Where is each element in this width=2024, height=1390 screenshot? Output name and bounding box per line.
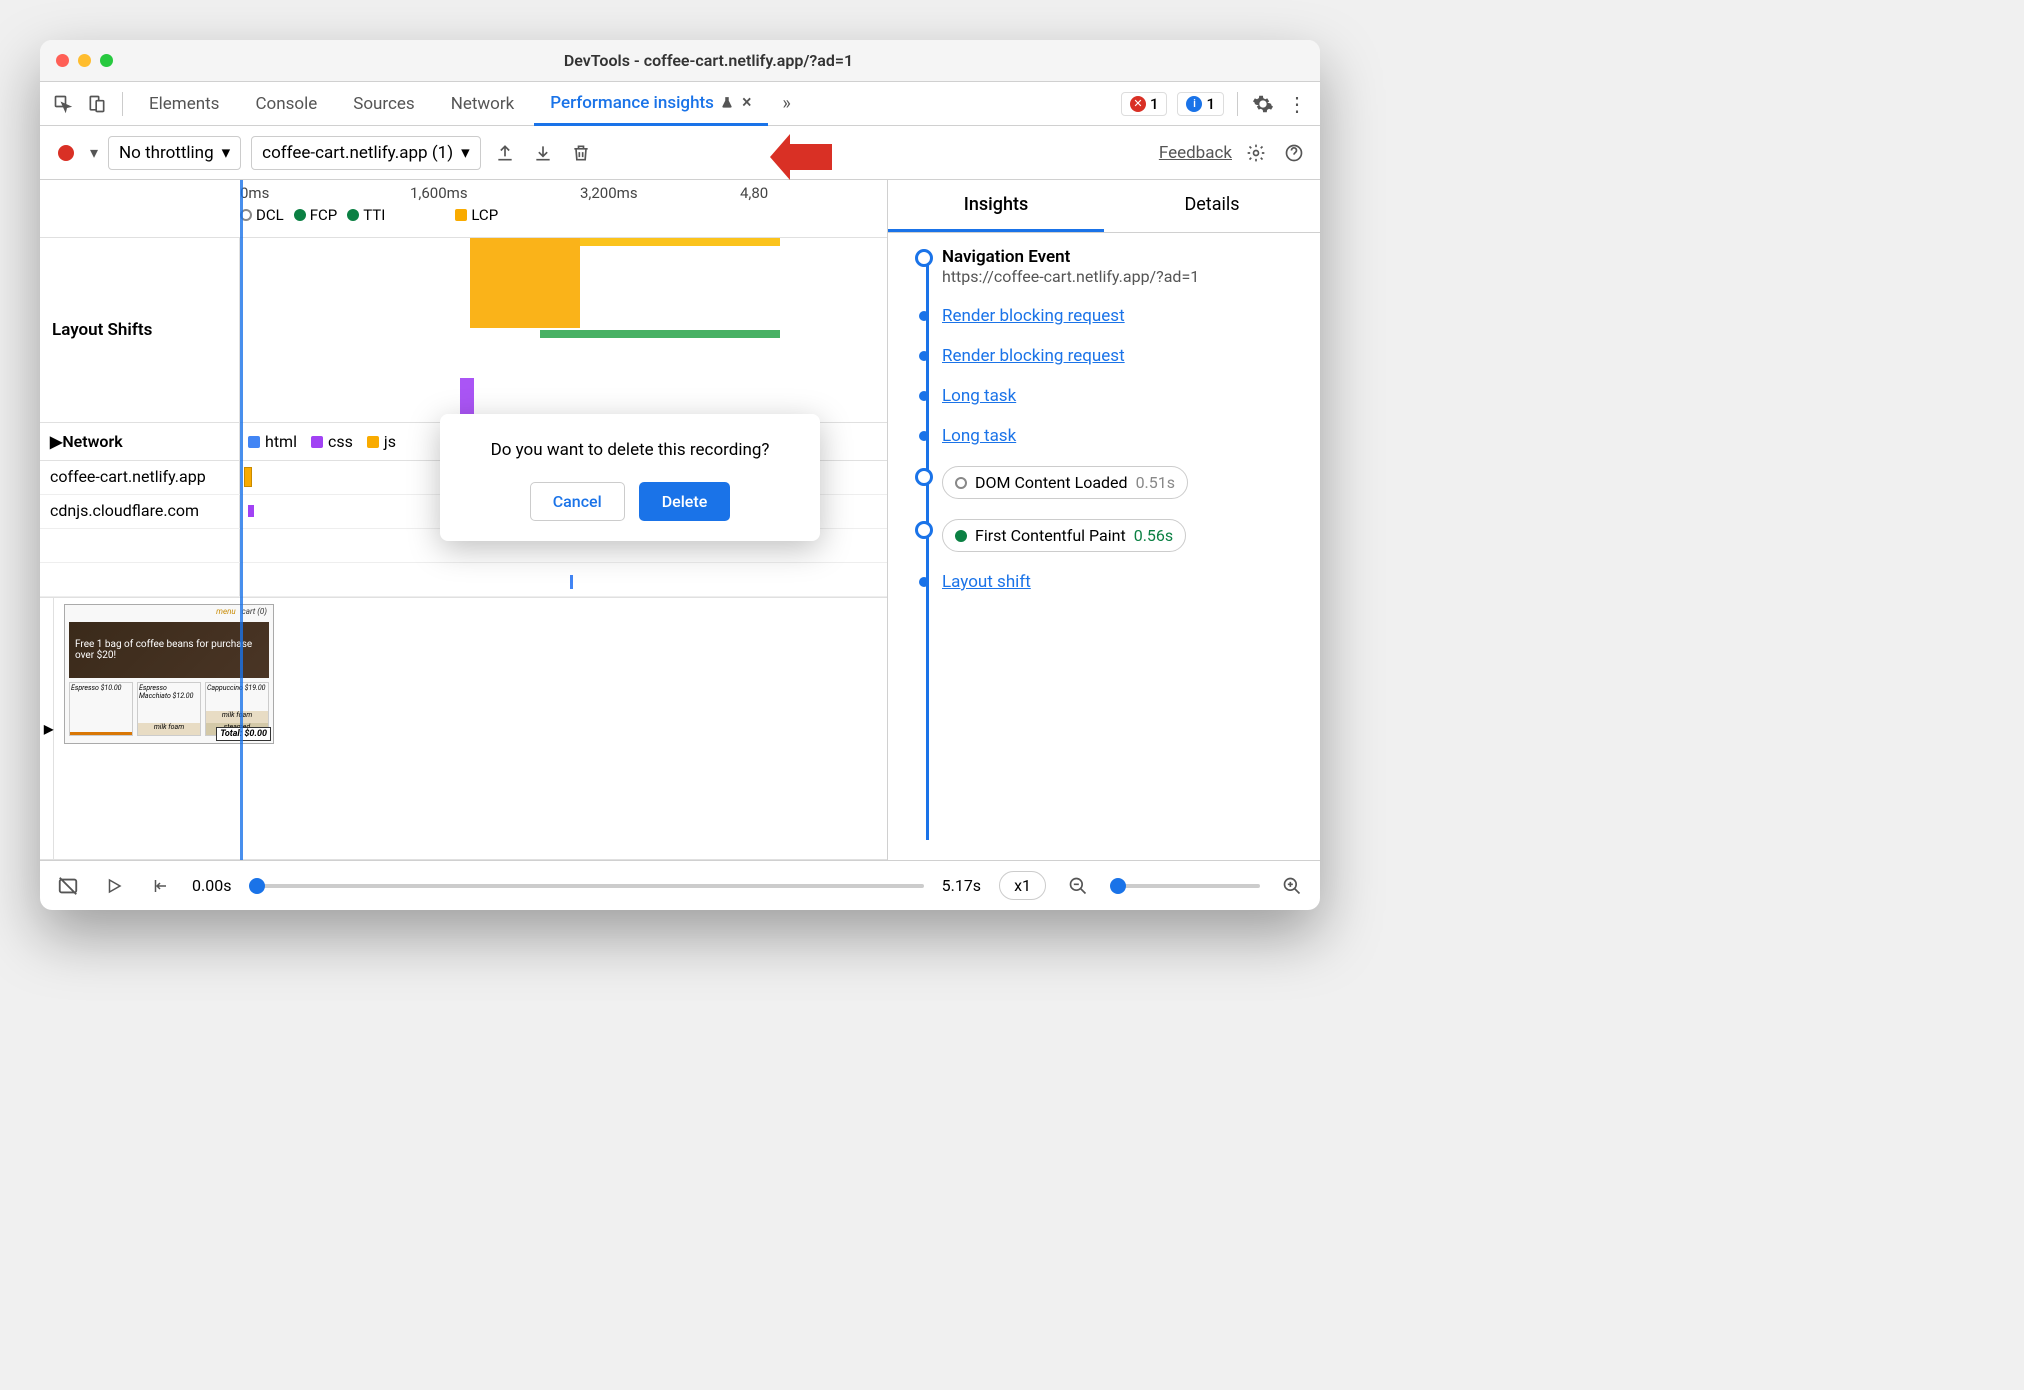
insight-navigation-event[interactable]: Navigation Event https://coffee-cart.net… [918,247,1308,286]
error-badge[interactable]: ✕ 1 [1121,92,1168,116]
throttling-dropdown[interactable]: No throttling▾ [108,136,241,170]
main-panel: 0ms 1,600ms 3,200ms 4,80 DCL FCP TTI LCP… [40,180,1320,860]
record-button[interactable] [58,145,74,161]
cancel-button[interactable]: Cancel [530,482,625,521]
rewind-icon[interactable] [146,872,174,900]
section-layout-shifts: Layout Shifts [40,238,887,423]
device-toggle-icon[interactable] [82,89,112,119]
inspect-icon[interactable] [48,89,78,119]
error-dot-icon: ✕ [1130,96,1146,112]
help-icon[interactable] [1280,139,1308,167]
record-dropdown-icon[interactable]: ▾ [90,143,98,162]
feedback-link[interactable]: Feedback [1159,143,1232,163]
insight-long-task-1[interactable]: Long task [918,386,1308,406]
legend-css: css [311,432,353,451]
tab-insights[interactable]: Insights [888,180,1104,232]
maximize-icon[interactable] [100,54,113,67]
devtools-window: DevTools - coffee-cart.netlify.app/?ad=1… [40,40,1320,910]
screenshot-toggle-icon[interactable] [54,872,82,900]
tab-elements[interactable]: Elements [133,82,235,125]
playback-slider[interactable] [249,884,923,888]
more-tabs-icon[interactable]: » [772,89,802,119]
settings-icon[interactable] [1248,89,1278,119]
playback-start-time: 0.00s [192,876,231,895]
tab-console[interactable]: Console [239,82,333,125]
insight-layout-shift[interactable]: Layout shift [918,572,1308,592]
insight-render-blocking-2[interactable]: Render blocking request [918,346,1308,366]
marker-lcp: LCP [455,206,498,224]
zoom-in-icon[interactable] [1278,872,1306,900]
dialog-text: Do you want to delete this recording? [462,440,798,460]
tab-performance-insights[interactable]: Performance insights × [534,83,767,126]
tab-sources[interactable]: Sources [337,82,430,125]
tab-network[interactable]: Network [435,82,531,125]
legend-html: html [248,432,297,451]
minimize-icon[interactable] [78,54,91,67]
section-renders: ▶ menucart (0) Free 1 bag of coffee bean… [40,598,887,860]
playback-end-time: 5.17s [942,876,981,895]
toolbar-settings-icon[interactable] [1242,139,1270,167]
marker-fcp: FCP [294,206,338,224]
playback-footer: 0.00s 5.17s x1 [40,860,1320,910]
window-title: DevTools - coffee-cart.netlify.app/?ad=1 [113,51,1304,70]
play-icon[interactable] [100,872,128,900]
delete-icon[interactable] [567,139,595,167]
legend-js: js [367,432,396,451]
close-icon[interactable] [56,54,69,67]
insight-fcp[interactable]: First Contentful Paint 0.56s [918,519,1308,552]
recording-dropdown[interactable]: coffee-cart.netlify.app (1)▾ [251,136,480,170]
zoom-level[interactable]: x1 [999,871,1046,900]
download-icon[interactable] [529,139,557,167]
traffic-lights [56,54,113,67]
marker-dcl: DCL [240,206,284,224]
titlebar: DevTools - coffee-cart.netlify.app/?ad=1 [40,40,1320,82]
insight-long-task-2[interactable]: Long task [918,426,1308,446]
marker-tti: TTI [347,206,385,224]
insight-render-blocking-1[interactable]: Render blocking request [918,306,1308,326]
kebab-menu-icon[interactable]: ⋮ [1282,89,1312,119]
zoom-out-icon[interactable] [1064,872,1092,900]
insights-panel: Insights Details Navigation Event https:… [888,180,1320,860]
delete-confirmation-dialog: Do you want to delete this recording? Ca… [440,414,820,541]
info-badge[interactable]: i 1 [1177,92,1224,116]
timeline-ruler: 0ms 1,600ms 3,200ms 4,80 DCL FCP TTI LCP [40,180,887,238]
delete-button[interactable]: Delete [639,482,731,521]
upload-icon[interactable] [491,139,519,167]
performance-toolbar: ▾ No throttling▾ coffee-cart.netlify.app… [40,126,1320,180]
flask-icon [720,96,734,110]
zoom-slider[interactable] [1110,884,1260,888]
annotation-arrow-icon [770,134,832,180]
close-tab-icon[interactable]: × [742,92,752,113]
insight-dcl[interactable]: DOM Content Loaded 0.51s [918,466,1308,499]
devtools-tabbar: Elements Console Sources Network Perform… [40,82,1320,126]
tab-details[interactable]: Details [1104,180,1320,232]
info-dot-icon: i [1186,96,1202,112]
